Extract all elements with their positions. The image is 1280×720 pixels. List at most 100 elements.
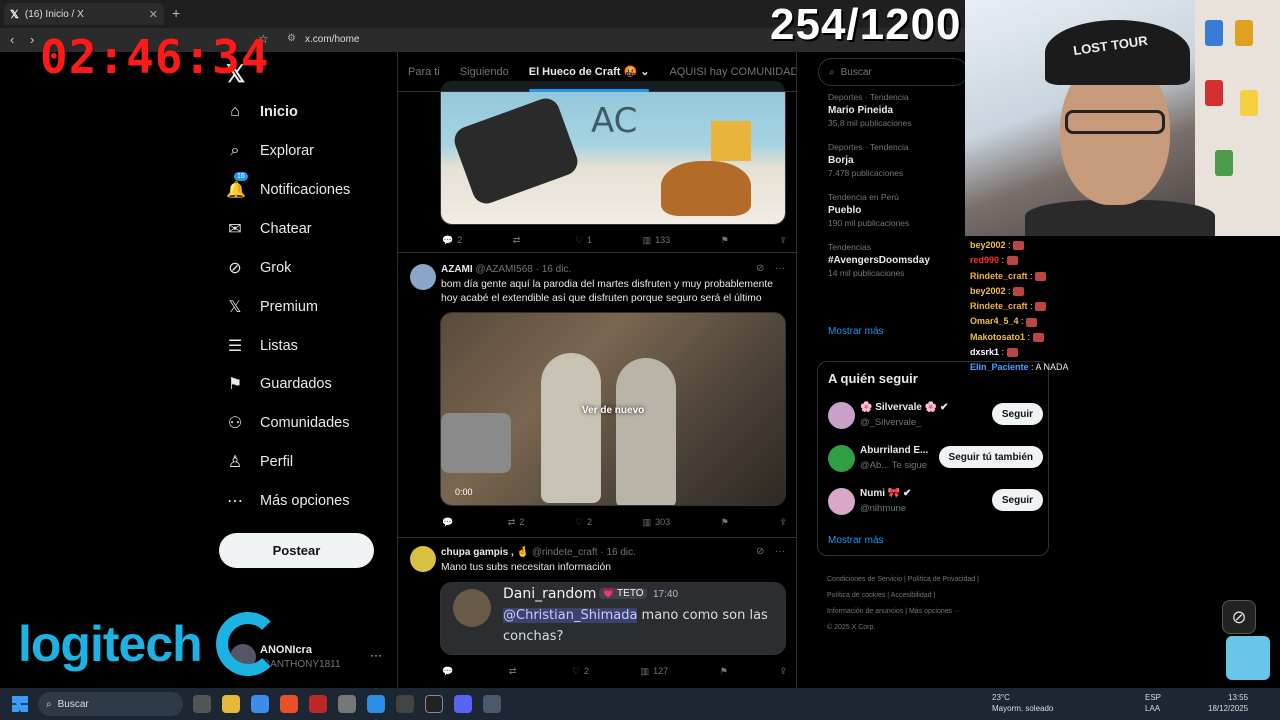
trend-item[interactable]: Tendencias #AvengersDoomsday 14 mil public… [818, 242, 965, 278]
brave-icon[interactable] [280, 695, 298, 713]
sidebar-item-perfil[interactable]: ♙ Perfil [226, 442, 293, 481]
author-name[interactable]: chupa gampis , 🤞 [441, 547, 529, 558]
sidebar-item-más-opciones[interactable]: ⋯ Más opciones [226, 481, 349, 520]
more-icon[interactable]: ··· [370, 648, 382, 662]
grok-icon[interactable]: ⊘ [756, 546, 764, 557]
chat-message: bey2002 : [970, 238, 1090, 253]
avatar[interactable] [828, 402, 855, 429]
footer-line[interactable]: Política de cookies | Accesibilidad | [827, 588, 1027, 604]
x-app-icon[interactable] [425, 695, 443, 713]
follow-button[interactable]: Seguir [991, 489, 1043, 511]
bookmark-icon[interactable]: ⚑ [720, 666, 728, 677]
follow-button[interactable]: Seguir [991, 403, 1043, 425]
follow-suggestion[interactable]: Numi 🎀 ✔ @nihmune Seguir [828, 486, 1043, 520]
reply-button[interactable]: 💬 2 [442, 235, 462, 246]
search-input[interactable]: ⌕ Buscar [818, 58, 968, 86]
file-explorer-icon[interactable] [222, 695, 240, 713]
embedded-screenshot[interactable]: Dani_random 💗 TETO 17:40 @Christian_Shim… [440, 582, 786, 655]
footer-line[interactable]: Información de anuncios | Más opciones ·… [827, 604, 1027, 620]
show-more-follow-link[interactable]: Mostrar más [828, 535, 884, 546]
forward-icon[interactable]: › [30, 32, 34, 47]
tab-0[interactable]: Para ti [398, 52, 450, 92]
url-field[interactable]: x.com/home [305, 34, 359, 45]
like-button[interactable]: ♡ 2 [575, 517, 592, 528]
avatar[interactable] [410, 546, 436, 572]
retweet-button[interactable]: ⇄ [513, 235, 525, 246]
language-indicator[interactable]: ESP LAA [1145, 692, 1161, 714]
calculator-icon[interactable] [483, 695, 501, 713]
new-tab-button[interactable]: + [172, 5, 180, 21]
bookmark-icon[interactable]: ⚑ [721, 235, 729, 246]
footer-line[interactable]: © 2025 X Corp. [827, 620, 1027, 636]
weather-widget[interactable]: 23°C Mayorm. soleado [974, 692, 1053, 714]
share-icon[interactable]: ⇪ [779, 517, 787, 528]
replay-label[interactable]: Ver de nuevo [582, 405, 644, 416]
reply-button[interactable]: 💬 [442, 666, 457, 677]
app-icon[interactable] [396, 695, 414, 713]
like-button[interactable]: ♡ 2 [572, 666, 589, 677]
grok-icon[interactable]: ⊘ [756, 263, 764, 274]
sidebar-item-inicio[interactable]: ⌂ Inicio [226, 92, 298, 131]
grok-floating-icon[interactable]: ⊘ [1222, 600, 1256, 634]
notepad-icon[interactable] [367, 695, 385, 713]
taskbar: ⌕ Buscar [0, 688, 1280, 720]
author-name[interactable]: AZAMI [441, 264, 473, 275]
views-button[interactable]: ▥ 133 [643, 235, 671, 246]
tweet-image[interactable]: AC [440, 80, 786, 225]
bookmark-icon[interactable]: ⚑ [721, 517, 729, 528]
store-icon[interactable] [251, 695, 269, 713]
trend-item[interactable]: Deportes · Tendencia Mario Pineida 35,8 mi… [818, 92, 965, 128]
sidebar-item-chatear[interactable]: ✉ Chatear [226, 209, 311, 248]
sidebar-item-premium[interactable]: 𝕏 Premium [226, 287, 318, 326]
reply-button[interactable]: 💬 [442, 517, 457, 528]
author-handle[interactable]: @rindete_craft [532, 547, 598, 558]
show-more-trends-link[interactable]: Mostrar más [828, 326, 884, 337]
app-icon[interactable] [309, 695, 327, 713]
retweet-button[interactable]: ⇄ [509, 666, 521, 677]
views-button[interactable]: ▥ 303 [643, 517, 671, 528]
post-button[interactable]: Postear [219, 533, 374, 568]
tab-3[interactable]: AQUISI hay COMUNIDAD [659, 52, 796, 92]
like-button[interactable]: ♡ 1 [575, 235, 592, 246]
taskbar-clock[interactable]: 13:55 18/12/2025 [1208, 692, 1248, 714]
sidebar-item-explorar[interactable]: ⌕ Explorar [226, 131, 314, 170]
views-button[interactable]: ▥ 127 [641, 666, 669, 677]
suggestion-name[interactable]: 🌸 Silvervale 🌸 ✔ [860, 402, 948, 413]
retweet-button[interactable]: ⇄ 2 [508, 517, 525, 528]
follow-button[interactable]: Seguir tú también [938, 446, 1043, 468]
tab-2[interactable]: El Hueco de Craft 🤬 ⌄ [519, 52, 660, 92]
sidebar-item-notificaciones[interactable]: 🔔 16 Notificaciones [226, 170, 350, 209]
avatar[interactable] [828, 445, 855, 472]
more-icon[interactable]: ··· [775, 546, 785, 557]
trend-item[interactable]: Tendencia en Perú Pueblo 190 mil publicaci… [818, 192, 965, 228]
browser-tab[interactable]: 𝕏 (16) Inicio / X ✕ [4, 3, 164, 25]
footer-line[interactable]: Condiciones de Servicio | Política de Pr… [827, 572, 1027, 588]
tab-1[interactable]: Siguiendo [450, 52, 519, 92]
share-icon[interactable]: ⇪ [779, 666, 787, 677]
tweet-video[interactable]: Ver de nuevo 0:00 [440, 312, 786, 506]
share-icon[interactable]: ⇪ [779, 235, 787, 246]
sidebar-item-guardados[interactable]: ⚑ Guardados [226, 364, 332, 403]
sidebar-item-grok[interactable]: ⊘ Grok [226, 248, 291, 287]
back-icon[interactable]: ‹ [10, 32, 14, 47]
follow-suggestion[interactable]: Aburriland E... @Ab... Te sigue Seguir tú … [828, 443, 1043, 477]
avatar[interactable] [828, 488, 855, 515]
author-handle[interactable]: @AZAMI568 [475, 264, 532, 275]
app-icon[interactable] [338, 695, 356, 713]
tweet-date[interactable]: · 16 dic. [600, 547, 636, 558]
sidebar-item-comunidades[interactable]: ⚇ Comunidades [226, 403, 350, 442]
task-view-icon[interactable] [193, 695, 211, 713]
site-info-icon[interactable]: ⚙ [287, 33, 296, 44]
avatar[interactable] [410, 264, 436, 290]
trend-item[interactable]: Deportes · Tendencia Borja 7.478 publicaci… [818, 142, 965, 178]
discord-icon[interactable] [454, 695, 472, 713]
sidebar-item-listas[interactable]: ☰ Listas [226, 326, 298, 365]
taskbar-search[interactable]: ⌕ Buscar [38, 692, 183, 716]
suggestion-name[interactable]: Aburriland E... [860, 445, 928, 456]
tweet-date[interactable]: · 16 dic. [536, 264, 572, 275]
follow-suggestion[interactable]: 🌸 Silvervale 🌸 ✔ @_Silvervale_ Seguir [828, 400, 1043, 434]
suggestion-name[interactable]: Numi 🎀 ✔ [860, 488, 911, 499]
windows-start-icon[interactable] [12, 696, 28, 712]
more-icon[interactable]: ··· [775, 263, 785, 274]
tab-close-icon[interactable]: ✕ [149, 8, 158, 21]
